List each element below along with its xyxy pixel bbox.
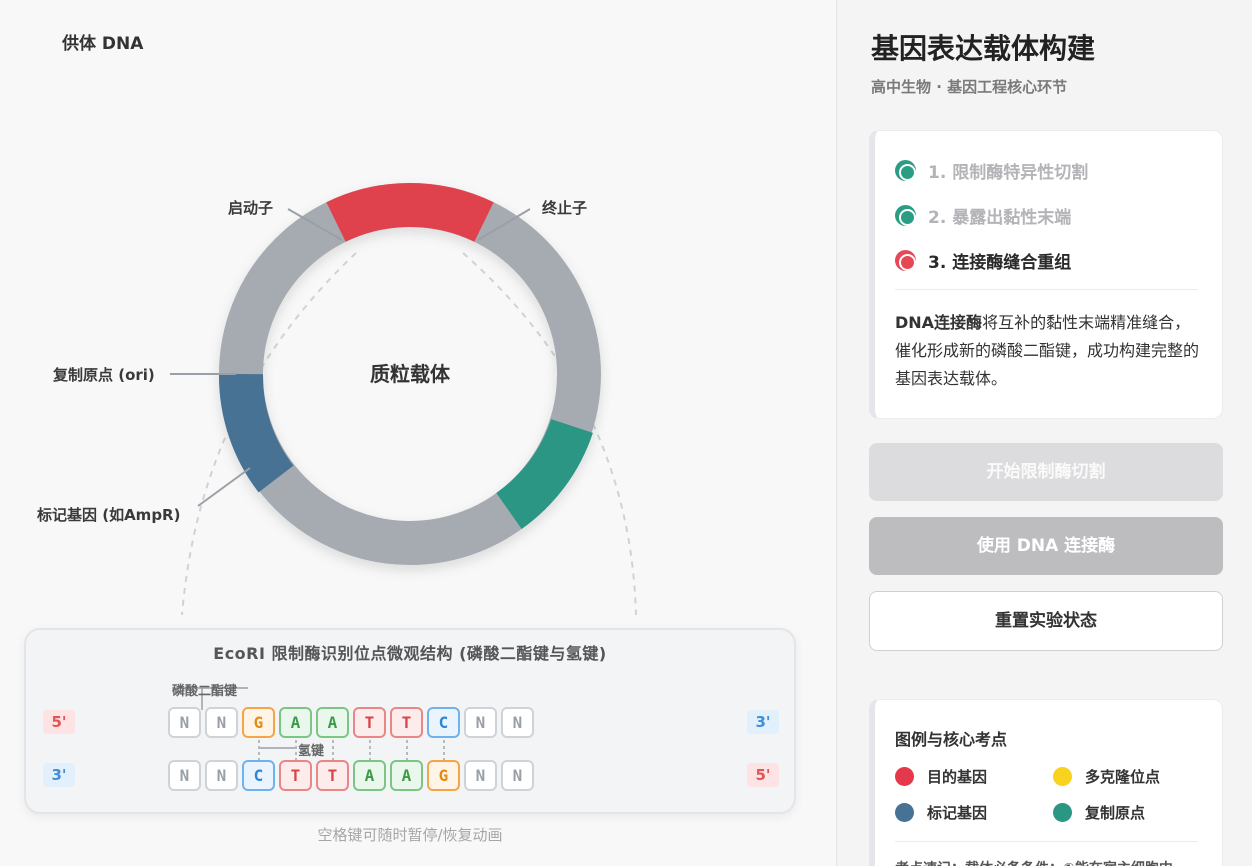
- step-description: DNA连接酶将互补的黏性末端精准缝合，催化形成新的磷酸二酯键，成功构建完整的基因…: [895, 309, 1201, 393]
- step-done-icon: [895, 205, 916, 226]
- bottom-base: A: [390, 760, 423, 791]
- sidebar-title: 基因表达载体构建: [871, 32, 1096, 65]
- legend-label: 复制原点: [1085, 804, 1146, 822]
- step-3-label: 3. 连接酶缝合重组: [928, 253, 1072, 273]
- bottom-base: N: [205, 760, 238, 791]
- target-gene-swatch: [895, 767, 914, 786]
- bottom-base: N: [168, 760, 201, 791]
- bottom-base: T: [316, 760, 349, 791]
- legend-item-marker-gene: 标记基因: [895, 802, 987, 823]
- exam-point-note: 考点速记：载体必备条件：①能在宿主细胞中: [895, 858, 1173, 866]
- marker-gene-swatch: [895, 803, 914, 822]
- ori-swatch: [1053, 803, 1072, 822]
- use-ligase-button[interactable]: 使用 DNA 连接酶: [869, 517, 1223, 575]
- top-base: T: [390, 707, 423, 738]
- control-sidebar: 基因表达载体构建 高中生物 · 基因工程核心环节 1. 限制酶特异性切割 2. …: [836, 0, 1252, 866]
- ori-label: 复制原点 (ori): [53, 366, 155, 384]
- top-base: T: [353, 707, 386, 738]
- step-desc-keyword: DNA连接酶: [895, 313, 983, 332]
- terminator-label: 终止子: [542, 199, 588, 217]
- top-base: N: [168, 707, 201, 738]
- legend-divider: [895, 841, 1198, 842]
- reset-button[interactable]: 重置实验状态: [869, 591, 1223, 651]
- step-1: 1. 限制酶特异性切割: [895, 158, 1088, 183]
- phosphodiester-bond-label: 磷酸二酯键: [172, 684, 238, 699]
- start-cut-button[interactable]: 开始限制酶切割: [869, 443, 1223, 501]
- sidebar-subtitle: 高中生物 · 基因工程核心环节: [871, 78, 1068, 96]
- step-done-icon: [895, 160, 916, 181]
- step-active-icon: [895, 250, 916, 271]
- bottom-base: A: [353, 760, 386, 791]
- ecori-microstructure-panel: EcoRI 限制酶识别位点微观结构 (磷酸二酯键与氢键) 5' 3' 3' 5'…: [24, 628, 796, 814]
- top-base: A: [316, 707, 349, 738]
- legend-item-target-gene: 目的基因: [895, 766, 987, 787]
- legend-item-mcs: 多克隆位点: [1053, 766, 1160, 787]
- bottom-base: G: [427, 760, 460, 791]
- bottom-base: N: [501, 760, 534, 791]
- animation-stage: 供体 DNA 启动子 终止子 复制原点 (ori) 标记基因 (如AmpR) 质…: [0, 0, 836, 866]
- bottom-base: C: [242, 760, 275, 791]
- bottom-base: N: [464, 760, 497, 791]
- mcs-swatch: [1053, 767, 1072, 786]
- top-strand: NNGAATTCNN: [168, 707, 534, 738]
- bottom-base: T: [279, 760, 312, 791]
- top-base: N: [205, 707, 238, 738]
- step-3: 3. 连接酶缝合重组: [895, 248, 1071, 273]
- steps-card: 1. 限制酶特异性切割 2. 暴露出黏性末端 3. 连接酶缝合重组 DNA连接酶…: [869, 130, 1223, 419]
- marker-gene-label: 标记基因 (如AmpR): [37, 506, 181, 524]
- legend-label: 标记基因: [927, 804, 988, 822]
- step-2-label: 2. 暴露出黏性末端: [928, 208, 1072, 228]
- steps-divider: [895, 289, 1198, 290]
- step-1-label: 1. 限制酶特异性切割: [928, 163, 1089, 183]
- top-base: G: [242, 707, 275, 738]
- legend-card: 图例与核心考点 目的基因 多克隆位点 标记基因 复制原点 考点速记：载体必备条件…: [869, 699, 1223, 866]
- top-base: N: [501, 707, 534, 738]
- top-base: C: [427, 707, 460, 738]
- top-base: N: [464, 707, 497, 738]
- legend-item-ori: 复制原点: [1053, 802, 1145, 823]
- promoter-label: 启动子: [228, 199, 274, 217]
- hydrogen-bond-label: 氢键: [298, 744, 325, 759]
- bottom-strand: NNCTTAAGNN: [168, 760, 534, 791]
- marker-gene-segment: [219, 373, 294, 493]
- ori-segment: [495, 418, 593, 529]
- top-base: A: [279, 707, 312, 738]
- legend-title: 图例与核心考点: [895, 730, 1008, 749]
- legend-label: 目的基因: [927, 768, 988, 786]
- pause-hint: 空格键可随时暂停/恢复动画: [317, 826, 503, 844]
- target-gene-segment: [326, 183, 494, 242]
- legend-label: 多克隆位点: [1085, 768, 1161, 786]
- plasmid-vector-label: 质粒载体: [370, 362, 450, 386]
- step-2: 2. 暴露出黏性末端: [895, 203, 1071, 228]
